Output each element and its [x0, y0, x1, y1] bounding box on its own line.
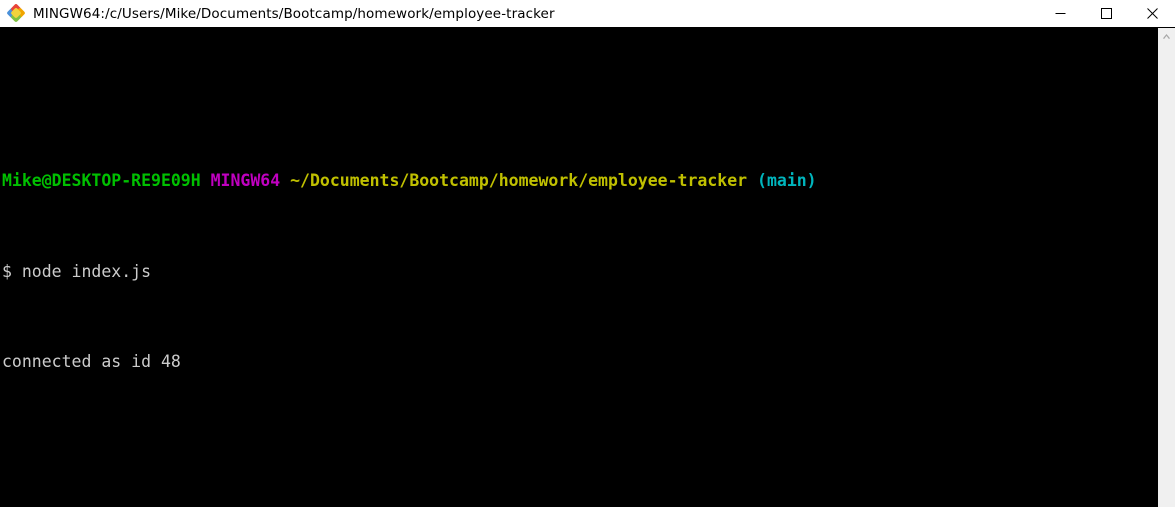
prompt-dollar: $ — [2, 261, 12, 281]
git-bash-window: MINGW64:/c/Users/Mike/Documents/Bootcamp… — [0, 0, 1175, 507]
git-bash-icon — [6, 3, 26, 23]
shell-prompt-line: Mike@DESKTOP-RE9E09H MINGW64 ~/Documents… — [2, 172, 1158, 190]
scrollbar-track[interactable] — [1158, 45, 1175, 507]
title-bar-left: MINGW64:/c/Users/Mike/Documents/Bootcamp… — [0, 3, 1037, 23]
maximize-button[interactable] — [1083, 0, 1129, 27]
terminal-area: Mike@DESKTOP-RE9E09H MINGW64 ~/Documents… — [0, 28, 1175, 507]
prompt-shell: MINGW64 — [210, 171, 281, 191]
prompt-user-host: Mike@DESKTOP-RE9E09H — [2, 171, 201, 191]
terminal-scrollbar[interactable] — [1158, 28, 1175, 507]
prompt-git-branch: (main) — [757, 171, 817, 191]
command-line: $ node index.js — [2, 261, 1158, 281]
prompt-path: ~/Documents/Bootcamp/homework/employee-t… — [290, 171, 748, 191]
command-text: node index.js — [11, 261, 152, 281]
window-title: MINGW64:/c/Users/Mike/Documents/Bootcamp… — [33, 5, 555, 22]
chevron-up-icon — [1163, 34, 1170, 39]
close-button[interactable] — [1129, 0, 1175, 27]
minimize-button[interactable] — [1037, 0, 1083, 27]
output-line: connected as id 48 — [2, 351, 1158, 371]
output-text: connected as id 48 — [2, 351, 181, 371]
terminal-output[interactable]: Mike@DESKTOP-RE9E09H MINGW64 ~/Documents… — [0, 28, 1158, 507]
window-controls — [1037, 0, 1175, 27]
title-bar: MINGW64:/c/Users/Mike/Documents/Bootcamp… — [0, 0, 1175, 28]
close-icon — [1146, 8, 1158, 19]
scrollbar-up-button[interactable] — [1158, 28, 1175, 45]
minimize-icon — [1055, 13, 1065, 14]
maximize-icon — [1100, 8, 1112, 19]
